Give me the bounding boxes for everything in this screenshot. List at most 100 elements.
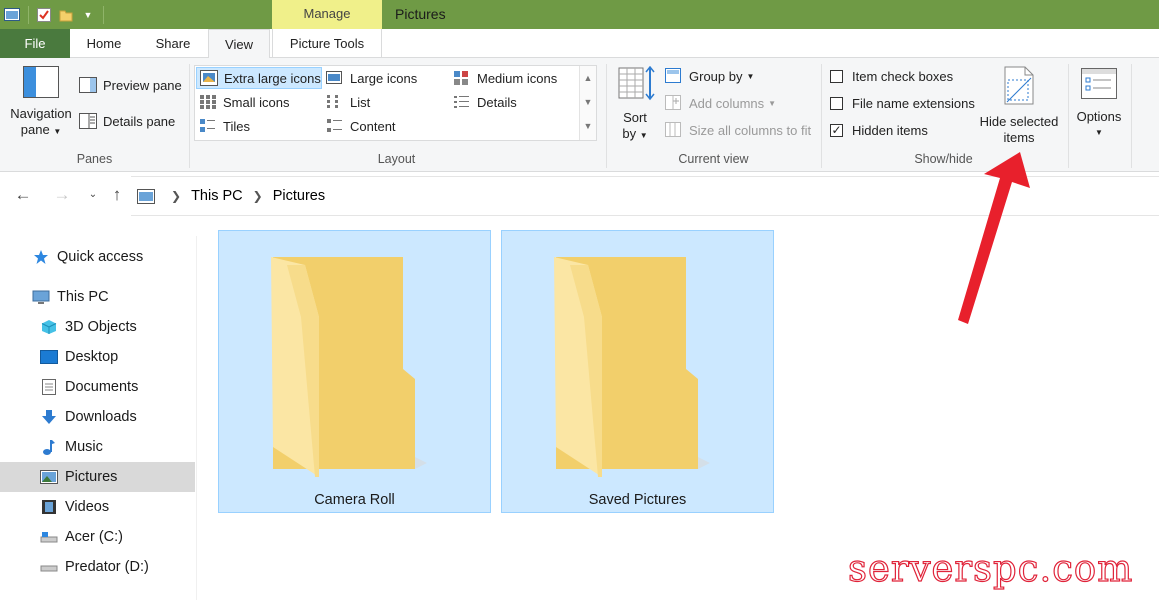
navigation-pane-button[interactable]: Navigation pane ▼ [6,66,76,140]
tab-share[interactable]: Share [138,29,208,58]
group-by-icon [665,68,681,83]
cube-icon [40,319,58,335]
sidebar-item-desktop[interactable]: Desktop [0,342,195,372]
sidebar-item-downloads[interactable]: Downloads [0,402,195,432]
recent-locations-chevron-icon[interactable]: ⌄ [82,184,104,208]
breadcrumb-chevron-icon[interactable]: ❯ [253,189,263,203]
layout-item-label: Medium icons [477,70,558,86]
layout-extra-large-icons[interactable]: Extra large icons [196,67,322,89]
scroll-down-icon[interactable]: ▼ [580,90,596,114]
layout-item-label: Extra large icons [224,70,321,86]
star-icon [32,249,50,265]
folder-icon [271,257,427,477]
sidebar-item-label: Downloads [65,409,137,425]
add-columns-button[interactable]: Add columns ▼ [665,95,776,111]
options-label: Options [1076,109,1122,124]
sidebar-item-acer-c[interactable]: Acer (C:) [0,522,195,552]
sidebar-item-quick-access[interactable]: Quick access [0,242,195,272]
annotation-arrow-icon [958,152,1030,324]
back-arrow-icon[interactable]: ← [12,184,34,208]
up-arrow-icon[interactable]: ↑ [106,184,128,208]
tab-picture-tools[interactable]: Picture Tools [272,29,382,58]
sort-icon [618,65,655,101]
layout-large-icons[interactable]: Large icons [326,70,417,86]
hidden-items-checkbox[interactable]: ✓ [830,124,843,137]
navigation-pane-icon [23,66,59,98]
hidden-items-label: Hidden items [852,123,928,138]
preview-pane-button[interactable]: Preview pane [79,77,182,93]
item-check-boxes-checkbox[interactable] [830,70,843,83]
title-bar: ▼ Manage Pictures [0,0,1159,29]
chevron-down-icon: ▼ [768,98,777,108]
tab-file[interactable]: File [0,29,70,58]
layout-list[interactable]: List [326,94,370,110]
quick-access-toolbar: ▼ [0,0,108,29]
hide-selected-items-button[interactable]: Hide selected items [975,66,1063,146]
size-columns-icon [665,122,681,137]
sidebar-item-label: Documents [65,379,139,395]
tab-manage[interactable]: Manage [272,0,382,29]
layout-medium-icons[interactable]: Medium icons [453,70,557,86]
toolbar-divider [28,5,29,24]
folder-item-camera-roll[interactable]: Camera Roll [218,230,491,513]
sort-by-button[interactable]: Sort by ▼ [612,65,658,144]
breadcrumb-chevron-icon[interactable]: ❯ [171,189,181,203]
navigation-pane-label: Navigation [10,106,72,121]
group-divider [1131,64,1132,168]
sidebar-item-documents[interactable]: Documents [0,372,195,402]
group-by-button[interactable]: Group by ▼ [665,68,754,84]
small-icons-icon [200,95,216,109]
sidebar-item-videos[interactable]: Videos [0,492,195,522]
size-columns-label: Size all columns to fit [689,122,812,138]
layout-item-label: Large icons [350,70,418,86]
properties-icon[interactable] [33,0,55,29]
layout-details[interactable]: Details [453,94,517,110]
folder-name: Camera Roll [314,492,395,508]
group-by-label: Group by [689,68,743,84]
desktop-icon [40,349,58,365]
customize-toolbar-chevron-icon[interactable]: ▼ [77,0,99,29]
watermark-text: serverspc.com [847,546,1134,590]
chevron-down-icon: ▼ [53,127,62,136]
sidebar-item-music[interactable]: Music [0,432,195,462]
pictures-location-icon [137,188,155,204]
layout-tiles[interactable]: Tiles [199,118,250,134]
tab-view[interactable]: View [208,29,270,59]
layout-gallery-scroll[interactable]: ▲ ▼ ▼ [579,66,596,140]
window-icon[interactable] [0,0,24,29]
new-folder-icon[interactable] [55,0,77,29]
item-check-boxes-label: Item check boxes [852,69,954,84]
item-check-boxes-toggle[interactable]: Item check boxes [830,69,953,84]
current-view-group-label: Current view [678,152,749,166]
folder-item-saved-pictures[interactable]: Saved Pictures [501,230,774,513]
chevron-down-icon: ▼ [639,131,648,140]
breadcrumb-this-pc[interactable]: This PC [191,188,243,204]
options-button[interactable]: Options ▼ [1070,68,1128,141]
tiles-icon [200,119,215,132]
window-title: Pictures [395,6,446,22]
gallery-more-icon[interactable]: ▼ [580,114,596,138]
scroll-up-icon[interactable]: ▲ [580,66,596,90]
layout-item-label: Content [350,118,396,134]
layout-content[interactable]: Content [326,118,396,134]
group-divider [1068,64,1069,168]
sidebar-item-pictures[interactable]: Pictures [0,462,195,492]
music-note-icon [40,439,58,455]
sidebar-item-3d-objects[interactable]: 3D Objects [0,312,195,342]
forward-arrow-icon[interactable]: → [51,184,73,208]
size-columns-button[interactable]: Size all columns to fit [665,122,811,138]
folder-name: Saved Pictures [588,492,687,508]
hidden-items-toggle[interactable]: ✓ Hidden items [830,123,928,138]
details-pane-button[interactable]: Details pane [79,113,175,129]
sidebar-item-this-pc[interactable]: This PC [0,282,195,312]
layout-small-icons[interactable]: Small icons [199,94,289,110]
file-name-extensions-toggle[interactable]: File name extensions [830,96,975,111]
add-columns-label: Add columns [689,95,765,111]
sidebar-item-predator-d[interactable]: Predator (D:) [0,552,195,582]
sidebar-item-label: 3D Objects [65,319,137,335]
breadcrumb-pictures[interactable]: Pictures [273,188,325,204]
file-name-extensions-checkbox[interactable] [830,97,843,110]
hide-selected-label: Hide selected [979,114,1059,129]
tab-home[interactable]: Home [70,29,138,58]
panes-group-label: Panes [76,152,113,166]
